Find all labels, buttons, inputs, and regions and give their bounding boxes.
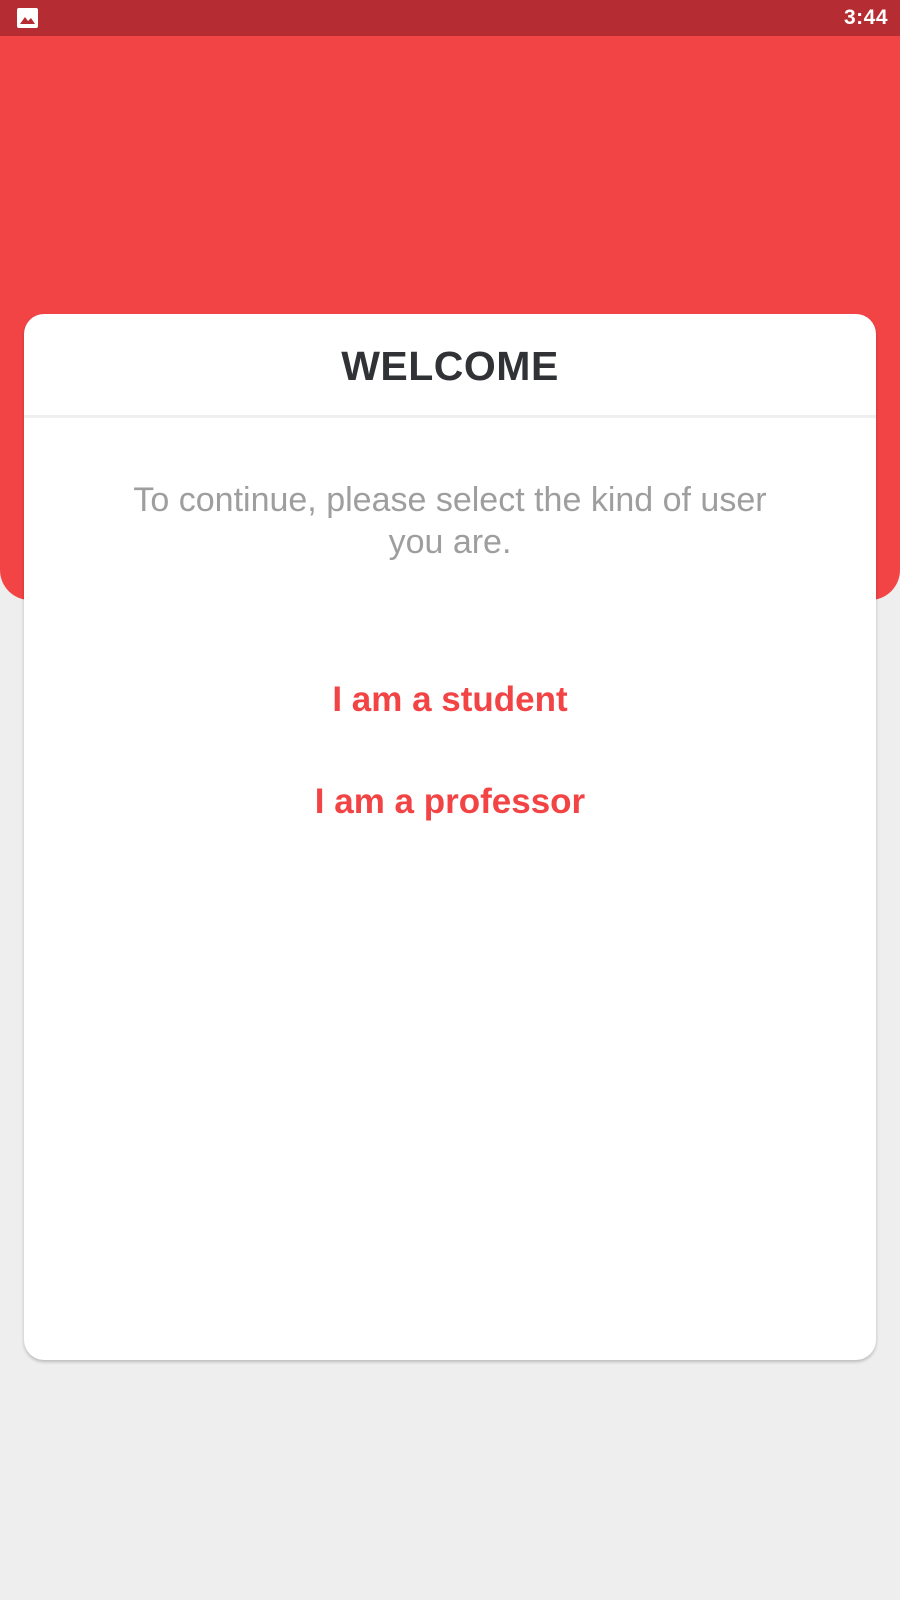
instruction-text: To continue, please select the kind of u… [133, 481, 767, 561]
welcome-card: WELCOME To continue, please select the k… [24, 314, 876, 1360]
professor-option-button[interactable]: I am a professor [24, 782, 876, 822]
image-icon [17, 8, 38, 28]
card-header: WELCOME [24, 314, 876, 418]
status-time: 3:44 [843, 6, 888, 29]
app-screen: 3:44 WELCOME To continue, please select … [0, 0, 900, 1600]
student-option-button[interactable]: I am a student [24, 680, 876, 720]
welcome-title: WELCOME [341, 343, 559, 389]
status-bar: 3:44 [0, 0, 900, 36]
